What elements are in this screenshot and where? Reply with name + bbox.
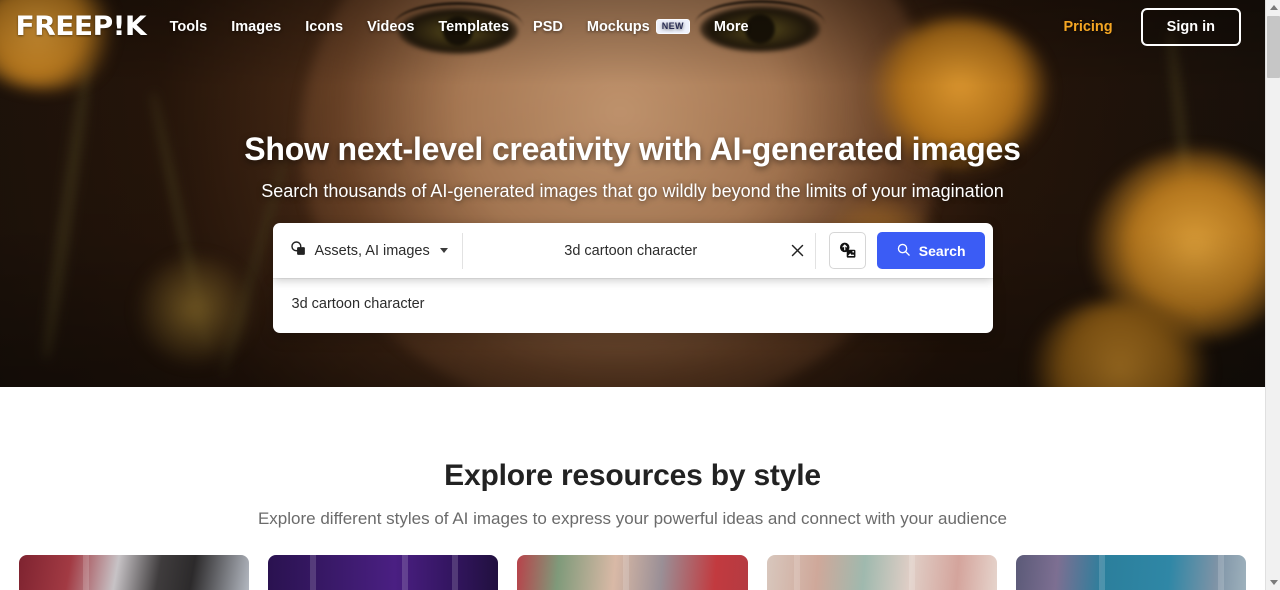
scroll-up-arrow-icon[interactable] — [1266, 0, 1280, 15]
nav-links: Tools Images Icons Videos Templates PSD … — [170, 19, 749, 35]
dropdown-label: Assets, AI images — [314, 242, 430, 259]
vertical-scrollbar[interactable] — [1265, 0, 1280, 590]
page-subtitle: Search thousands of AI-generated images … — [261, 181, 1004, 201]
divider — [814, 232, 816, 269]
search-input-area[interactable]: 3d cartoon character — [463, 223, 815, 278]
nav-item-icons[interactable]: Icons — [305, 19, 343, 35]
nav-label: Templates — [438, 18, 510, 35]
nav-item-psd[interactable]: PSD — [533, 19, 563, 35]
page-content: FREEP!K Tools Images Icons Videos Templa… — [0, 0, 1265, 590]
new-badge: NEW — [655, 19, 690, 34]
search-container: Assets, AI images 3d cartoon character S… — [272, 223, 993, 333]
style-card-5[interactable] — [1015, 555, 1247, 590]
nav-item-tools[interactable]: Tools — [170, 19, 208, 35]
suggestion-item[interactable]: 3d cartoon character — [273, 293, 993, 315]
chevron-down-icon — [439, 248, 448, 253]
nav-label: Mockups — [586, 18, 650, 35]
nav-label: Icons — [305, 18, 344, 35]
browser-viewport: FREEP!K Tools Images Icons Videos Templa… — [0, 0, 1280, 590]
nav-item-templates[interactable]: Templates — [438, 19, 509, 35]
style-card-3[interactable] — [517, 555, 748, 590]
nav-item-more[interactable]: More — [714, 19, 749, 35]
nav-item-videos[interactable]: Videos — [367, 19, 414, 35]
explore-subtitle: Explore different styles of AI images to… — [257, 509, 1008, 528]
nav-label: Tools — [169, 18, 208, 35]
style-card-4[interactable] — [766, 555, 997, 590]
explore-section: Explore resources by style Explore diffe… — [0, 387, 1265, 590]
nav-label: More — [713, 18, 749, 35]
sign-in-button[interactable]: Sign in — [1140, 7, 1241, 46]
explore-title: Explore resources by style — [444, 459, 821, 492]
nav-label: Images — [231, 18, 282, 35]
nav-label: PSD — [533, 18, 563, 35]
freepik-logo[interactable]: FREEP!K — [15, 13, 146, 40]
pricing-link[interactable]: Pricing — [1064, 19, 1113, 35]
search-input[interactable]: 3d cartoon character — [481, 243, 781, 259]
style-card-2[interactable] — [268, 555, 499, 590]
search-icon — [896, 242, 911, 260]
page-title: Show next-level creativity with AI-gener… — [244, 131, 1021, 167]
nav-item-mockups[interactable]: Mockups NEW — [587, 19, 690, 35]
style-card-1[interactable] — [19, 555, 250, 590]
close-icon[interactable] — [781, 234, 815, 268]
search-button[interactable]: Search — [876, 232, 985, 269]
scroll-down-arrow-icon[interactable] — [1266, 575, 1280, 590]
image-upload-icon[interactable] — [828, 232, 866, 269]
style-cards-row — [0, 529, 1265, 590]
main-navigation: FREEP!K Tools Images Icons Videos Templa… — [0, 0, 1265, 53]
hero-section: FREEP!K Tools Images Icons Videos Templa… — [0, 0, 1265, 387]
nav-label: Videos — [367, 18, 415, 35]
scrollbar-thumb[interactable] — [1267, 16, 1280, 78]
nav-right-actions: Pricing Sign in — [1064, 7, 1266, 46]
asset-type-dropdown[interactable]: Assets, AI images — [273, 223, 462, 278]
search-button-label: Search — [918, 242, 966, 259]
search-suggestions-dropdown: 3d cartoon character — [272, 278, 993, 333]
search-bar: Assets, AI images 3d cartoon character S… — [272, 223, 993, 278]
nav-item-images[interactable]: Images — [231, 19, 281, 35]
assets-shapes-icon — [290, 240, 307, 262]
